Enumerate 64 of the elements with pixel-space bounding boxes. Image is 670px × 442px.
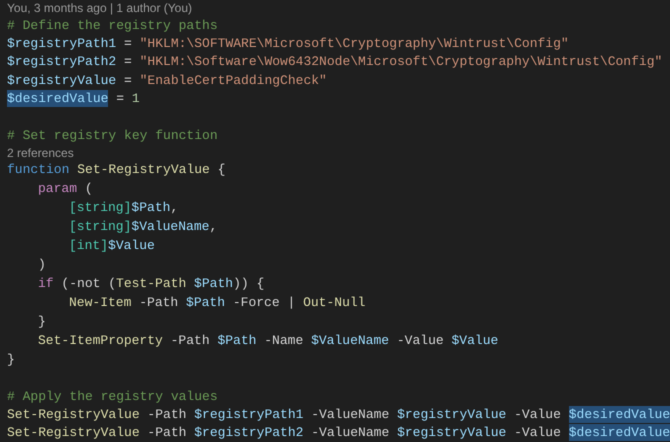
code-text: -ValueName bbox=[310, 424, 390, 442]
code-text: , bbox=[170, 199, 178, 216]
code-comment: # Set registry key function bbox=[7, 127, 218, 144]
code-text: -Path bbox=[138, 294, 180, 312]
code-comment: # Define the registry paths bbox=[7, 16, 218, 34]
code-type: [string] bbox=[69, 218, 132, 236]
code-function-name: Test-Path bbox=[116, 275, 186, 292]
code-text: -Value bbox=[513, 406, 562, 423]
code-function-name: Set-ItemProperty bbox=[38, 332, 163, 350]
code-variable: $registryValue bbox=[7, 72, 116, 89]
highlighted-variable: $desiredValue bbox=[7, 90, 108, 108]
codelens-text[interactable]: You, 3 months ago | 1 author (You) bbox=[7, 1, 192, 15]
code-type: [string] bbox=[69, 199, 132, 216]
code-variable: $registryPath1 bbox=[194, 406, 304, 423]
code-text: } bbox=[7, 350, 15, 368]
code-text: -Name bbox=[263, 332, 304, 350]
code-text: -Path bbox=[170, 332, 211, 350]
code-function-name: Set-RegistryValue bbox=[7, 406, 140, 423]
code-variable: $registryPath2 bbox=[194, 424, 304, 442]
code-variable: $ValueName bbox=[131, 218, 210, 236]
code-keyword: function bbox=[7, 161, 70, 178]
code-text: } bbox=[38, 313, 46, 330]
code-variable: $Path bbox=[217, 332, 256, 350]
code-text: { bbox=[216, 161, 226, 178]
code-text: = bbox=[123, 35, 133, 52]
code-function-name: Out-Null bbox=[303, 294, 366, 312]
code-text: -Force | bbox=[232, 294, 296, 312]
code-variable: $Value bbox=[108, 237, 155, 254]
code-variable: $Path bbox=[193, 275, 234, 292]
codelens-text[interactable]: 2 references bbox=[7, 146, 74, 160]
highlighted-variable: $desiredValue bbox=[568, 424, 670, 442]
code-text: = bbox=[123, 53, 133, 70]
code-variable: $Value bbox=[452, 332, 498, 350]
code-text: (-not ( bbox=[60, 275, 116, 292]
code-function-name: Set-RegistryValue bbox=[7, 424, 140, 442]
code-text: -Value bbox=[513, 424, 562, 442]
code-function-name: New-Item bbox=[69, 294, 132, 312]
code-variable: $registryValue bbox=[397, 406, 506, 423]
code-comment: # Apply the registry values bbox=[7, 388, 218, 405]
code-text: -ValueName bbox=[310, 406, 390, 423]
code-text: = bbox=[115, 90, 126, 108]
code-text: )) { bbox=[233, 275, 264, 292]
code-text: -Path bbox=[146, 406, 188, 423]
code-type: [int] bbox=[69, 237, 108, 254]
code-variable: $registryPath1 bbox=[7, 35, 116, 52]
code-function-name: Set-RegistryValue bbox=[76, 161, 210, 178]
code-number: 1 bbox=[132, 90, 140, 108]
code-variable: $ValueName bbox=[311, 332, 390, 350]
code-keyword: param bbox=[38, 180, 78, 198]
code-variable: $Path bbox=[186, 294, 226, 312]
code-string: "HKLM:\SOFTWARE\Microsoft\Cryptography\Wintrust\Config" bbox=[140, 35, 569, 52]
code-text: = bbox=[123, 72, 133, 89]
code-string: "EnableCertPaddingCheck" bbox=[140, 72, 327, 89]
code-text: ( bbox=[84, 180, 93, 198]
code-variable: $registryPath2 bbox=[7, 53, 116, 70]
code-text: , bbox=[209, 218, 218, 236]
code-variable: $registryValue bbox=[397, 424, 506, 442]
highlighted-variable: $desiredValue bbox=[568, 406, 670, 423]
code-string: "HKLM:\Software\Wow6432Node\Microsoft\Cryptography\Wintrust\Config" bbox=[140, 53, 662, 70]
code-text: ) bbox=[38, 256, 46, 274]
code-text: -Value bbox=[396, 332, 445, 350]
code-variable: $Path bbox=[131, 199, 170, 216]
code-text: -Path bbox=[146, 424, 188, 442]
code-keyword: if bbox=[38, 275, 54, 292]
